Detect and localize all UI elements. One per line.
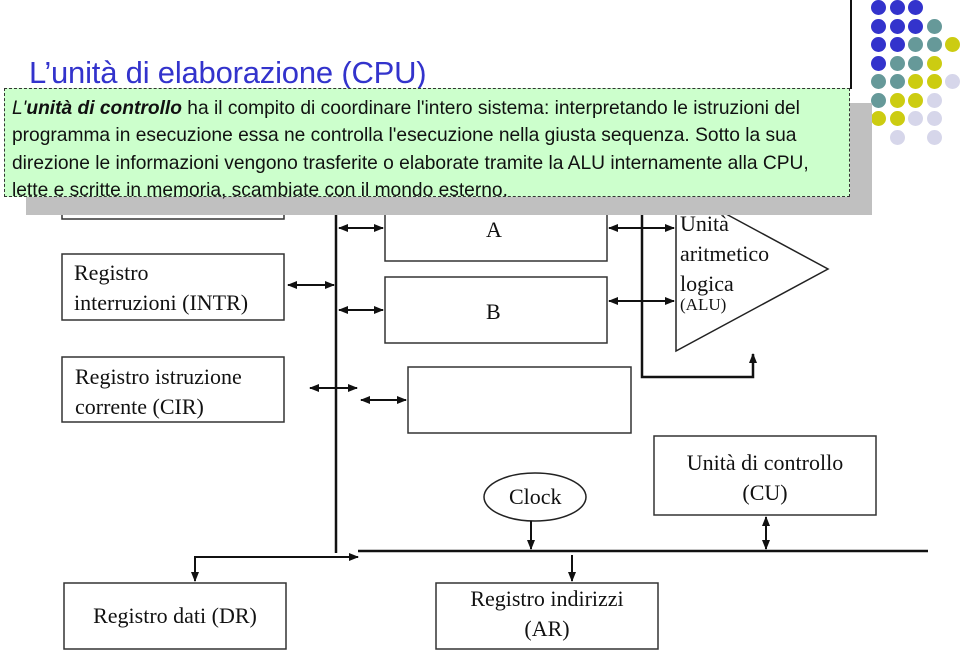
top-right-divider xyxy=(850,0,852,89)
decorative-dot xyxy=(926,92,942,108)
decorative-dot xyxy=(889,37,905,52)
decorative-dot xyxy=(926,55,942,71)
decorative-dot xyxy=(945,37,960,52)
decorative-dot xyxy=(889,111,905,126)
callout-box: L'unità di controllo ha il compito di co… xyxy=(4,88,850,201)
callout-lead: L'unità di controllo xyxy=(12,98,182,119)
decorative-dot xyxy=(871,18,886,34)
decorative-dot xyxy=(908,92,923,108)
alu-line4: (ALU) xyxy=(680,295,727,314)
decorative-dot xyxy=(908,18,923,34)
decorative-dot xyxy=(908,55,923,71)
decorative-dot xyxy=(908,111,923,126)
register-ar-line2: (AR) xyxy=(524,616,570,641)
decorative-dot xyxy=(889,55,905,71)
decorative-dot xyxy=(889,92,905,108)
register-intr-line1: Registro xyxy=(74,260,149,285)
clock-label: Clock xyxy=(509,484,562,509)
register-empty-box xyxy=(407,366,632,434)
decorative-dot xyxy=(926,37,942,52)
decorative-dot xyxy=(945,74,960,89)
decorative-dot xyxy=(871,0,886,15)
alu-label: Unità aritmetico logica (ALU) xyxy=(680,209,769,315)
decorative-dot xyxy=(889,74,905,89)
register-cir-label: Registro istruzione corrente (CIR) xyxy=(75,362,242,422)
alu-line2: aritmetico xyxy=(680,241,770,266)
register-ar-line1: Registro indirizzi xyxy=(470,586,624,611)
decorative-dot xyxy=(871,92,886,108)
register-intr-label: Registro interruzioni (INTR) xyxy=(74,258,248,318)
decorative-dot xyxy=(871,37,886,52)
callout-lead-prefix: L' xyxy=(12,98,27,119)
register-cir-line1: Registro istruzione xyxy=(75,364,242,389)
decorative-dot xyxy=(889,129,905,145)
decorative-dot xyxy=(889,0,905,15)
register-cir-line2: corrente (CIR) xyxy=(75,394,204,419)
cu-line1: Unità di controllo xyxy=(686,450,844,475)
register-a-label: A xyxy=(486,217,502,242)
decorative-dot xyxy=(926,18,942,34)
register-ar-label: Registro indirizzi (AR) xyxy=(436,584,658,644)
cu-line2: (CU) xyxy=(742,480,788,505)
slide-title: L’unità di elaborazione (CPU) xyxy=(29,55,427,90)
decorative-dot xyxy=(926,74,942,89)
decorative-dot xyxy=(871,111,886,126)
register-intr-line2: interruzioni (INTR) xyxy=(74,290,249,315)
decorative-dot xyxy=(926,111,942,126)
cu-label: Unità di controllo (CU) xyxy=(654,448,876,508)
callout-lead-bold: unità di controllo xyxy=(26,98,182,119)
arrow-bus-dr xyxy=(191,556,356,582)
decorative-dot xyxy=(908,37,923,52)
register-dr-label: Registro dati (DR) xyxy=(93,603,257,628)
decorative-dot xyxy=(889,18,905,34)
decorative-dot xyxy=(908,74,923,89)
decorative-dot xyxy=(871,74,886,89)
decorative-dot xyxy=(871,55,886,71)
decorative-dot xyxy=(926,129,942,145)
register-b-label: B xyxy=(486,299,501,324)
decorative-dot xyxy=(908,0,923,15)
